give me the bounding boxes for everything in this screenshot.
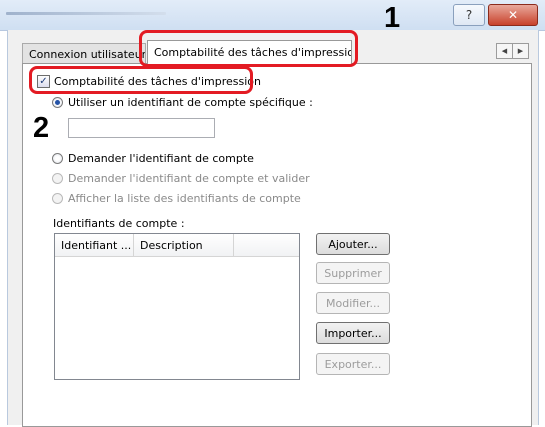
title-bar: ? ✕ bbox=[0, 0, 545, 31]
delete-button[interactable]: Supprimer bbox=[316, 262, 390, 284]
account-id-list[interactable]: Identifiant ... Description bbox=[54, 233, 300, 380]
radio-button[interactable] bbox=[52, 173, 63, 184]
tab-scroll-right-button[interactable]: ▶ bbox=[512, 43, 529, 59]
radio-label: Afficher la liste des identifiants de co… bbox=[68, 192, 301, 205]
column-header-description[interactable]: Description bbox=[134, 234, 234, 256]
window-title bbox=[6, 12, 166, 15]
account-list-label: Identifiants de compte : bbox=[53, 216, 185, 230]
tab-scroll-left-button[interactable]: ◀ bbox=[496, 43, 513, 59]
help-icon: ? bbox=[465, 8, 473, 22]
radio-button[interactable] bbox=[52, 193, 63, 204]
chevron-left-icon: ◀ bbox=[501, 47, 508, 55]
radio-label: Demander l'identifiant de compte bbox=[68, 152, 254, 165]
highlight-tab-annotation bbox=[139, 30, 358, 67]
column-header-identifier[interactable]: Identifiant ... bbox=[55, 234, 134, 256]
add-button[interactable]: Ajouter... bbox=[316, 233, 390, 255]
close-button[interactable]: ✕ bbox=[488, 4, 538, 26]
highlight-checkbox-annotation bbox=[29, 66, 253, 94]
radio-show-list[interactable]: Afficher la liste des identifiants de co… bbox=[52, 191, 301, 206]
account-id-input[interactable] bbox=[68, 118, 215, 138]
radio-specific-id[interactable]: Utiliser un identifiant de compte spécif… bbox=[52, 95, 313, 110]
import-button[interactable]: Importer... bbox=[316, 322, 390, 344]
export-button[interactable]: Exporter... bbox=[316, 353, 390, 375]
step-number-1: 1 bbox=[384, 2, 401, 34]
close-icon: ✕ bbox=[507, 8, 519, 22]
edit-button[interactable]: Modifier... bbox=[316, 292, 390, 314]
list-header: Identifiant ... Description bbox=[55, 234, 299, 257]
print-settings-dialog: ? ✕ Connexion utilisateur Comptabilité d… bbox=[0, 0, 545, 427]
chevron-right-icon: ▶ bbox=[517, 47, 524, 55]
radio-button[interactable] bbox=[52, 153, 63, 164]
radio-label: Utiliser un identifiant de compte spécif… bbox=[68, 96, 313, 109]
help-button[interactable]: ? bbox=[453, 4, 485, 26]
tab-user-login[interactable]: Connexion utilisateur bbox=[22, 43, 146, 65]
radio-button[interactable] bbox=[52, 97, 63, 108]
radio-label: Demander l'identifiant de compte et vali… bbox=[68, 172, 310, 185]
radio-prompt-id[interactable]: Demander l'identifiant de compte bbox=[52, 151, 254, 166]
step-number-2: 2 bbox=[33, 112, 50, 144]
radio-prompt-validate[interactable]: Demander l'identifiant de compte et vali… bbox=[52, 171, 310, 186]
